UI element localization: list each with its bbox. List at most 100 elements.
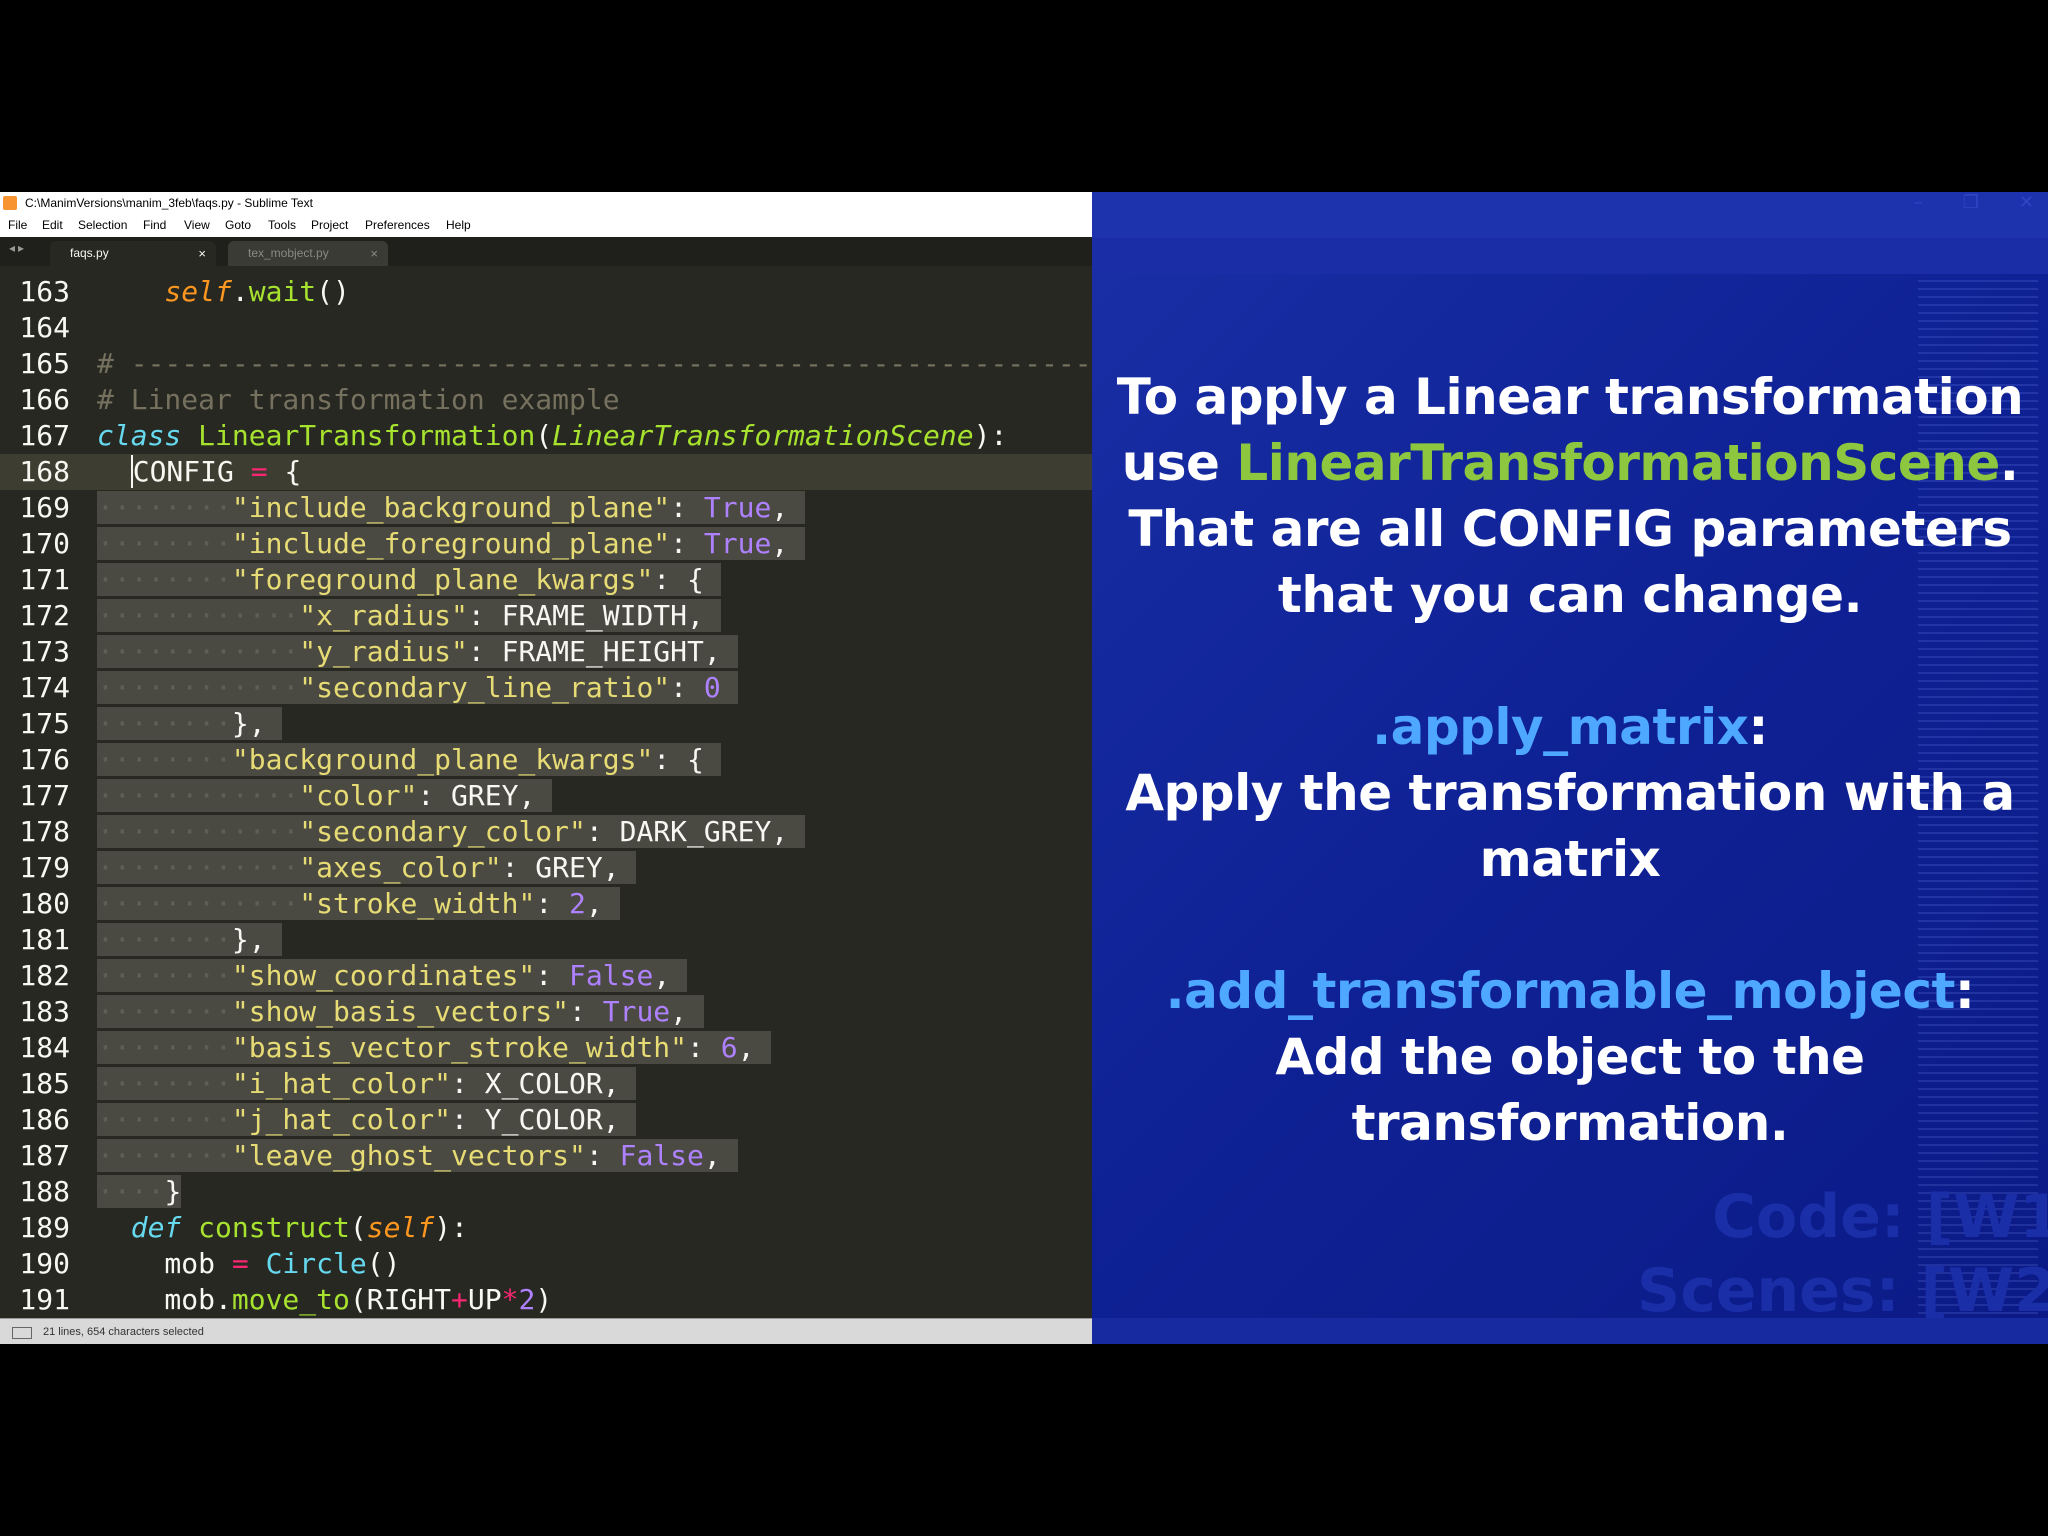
menu-file[interactable]: File [8,218,27,232]
code-editor[interactable]: 163 self.wait() 164 165 # ---------------… [0,274,1092,1318]
line-number: 173 [19,635,70,668]
line-number: 180 [19,887,70,920]
line-number: 186 [19,1103,70,1136]
code-text: ········"include_background_plane": True… [97,491,806,524]
code-text: ········}, [97,707,283,740]
overlay-title-bar: – ❐ ✕ [1092,192,2048,238]
code-text: ············"axes_color": GREY, [97,851,637,884]
line-number: 176 [19,743,70,776]
method-1-desc-line-2: matrix [1479,830,1661,888]
code-line: 185 ········"i_hat_color": X_COLOR, [0,1066,1092,1102]
window-controls: – ❐ ✕ [1874,192,2034,213]
method-1-colon: : [1748,698,1768,756]
intro-line-4: that you can change. [1277,566,1863,624]
code-text: ········"foreground_plane_kwargs": { [97,563,721,596]
tab-nav-arrows-icon[interactable]: ◂▸ [9,241,27,255]
code-line: 171 ········"foreground_plane_kwargs": { [0,562,1092,598]
code-line: 179 ············"axes_color": GREY, [0,850,1092,886]
code-text: ········"j_hat_color": Y_COLOR, [97,1103,637,1136]
tab-label: faqs.py [70,246,109,260]
intro-line-1: To apply a Linear transformation [1116,368,2024,426]
watermark-code: Code: [W1] [1712,1182,2048,1252]
code-line: 177 ············"color": GREY, [0,778,1092,814]
line-number: 191 [19,1283,70,1316]
selection-status: 21 lines, 654 characters selected [43,1326,204,1338]
panel-toggle-icon[interactable] [12,1327,32,1339]
code-text: CONFIG = { [130,455,302,488]
status-bar: 21 lines, 654 characters selected [0,1318,1092,1344]
code-text: ············"y_radius": FRAME_HEIGHT, [97,635,738,668]
menu-preferences[interactable]: Preferences [365,218,430,232]
code-line: 165 # -----------------------------------… [0,346,1092,382]
line-number: 185 [19,1067,70,1100]
code-line: 178 ············"secondary_color": DARK_G… [0,814,1092,850]
code-text: ········"show_basis_vectors": True, [97,995,704,1028]
menu-bar: File Edit Selection Find View Goto Tools… [0,215,1092,238]
line-number: 188 [19,1175,70,1208]
code-text: ········"include_foreground_plane": True… [97,527,806,560]
line-number: 175 [19,707,70,740]
tab-close-icon[interactable]: × [198,241,206,266]
method-2-desc-line-2: transformation. [1351,1094,1789,1152]
close-icon[interactable]: ✕ [2019,192,2034,213]
watermark-scenes: Scenes: [W2] [1637,1256,2048,1326]
code-line: 175 ········}, [0,706,1092,742]
method-1-heading: .apply_matrix: [1092,698,2048,756]
code-text: def construct(self): [130,1211,468,1244]
menu-project[interactable]: Project [311,218,348,232]
menu-view[interactable]: View [184,218,210,232]
intro-line-2-suffix: . [1999,434,2019,492]
overlay-tab-strip [1092,238,2048,274]
code-text: # --------------------------------------… [97,347,1092,380]
minimize-icon[interactable]: – [1914,192,1923,213]
window-title: C:\ManimVersions\manim_3feb\faqs.py - Su… [25,196,313,210]
menu-tools[interactable]: Tools [268,218,296,232]
menu-selection[interactable]: Selection [78,218,127,232]
maximize-icon[interactable]: ❐ [1963,192,1979,213]
sublime-app-icon [3,196,17,210]
method-2-name: .add_transformable_mobject [1165,962,1956,1020]
code-text: ············"x_radius": FRAME_WIDTH, [97,599,721,632]
tab-close-icon[interactable]: × [370,241,378,266]
code-text: ········"leave_ghost_vectors": False, [97,1139,738,1172]
method-2-heading: .add_transformable_mobject: [1092,962,2048,1020]
line-number: 184 [19,1031,70,1064]
line-number: 190 [19,1247,70,1280]
line-number: 164 [19,311,70,344]
intro-line-2-prefix: use [1121,434,1237,492]
code-text: ············"secondary_line_ratio": 0 [97,670,738,706]
tab-tex-mobject-py[interactable]: tex_mobject.py × [228,241,388,266]
code-line: 166 # Linear transformation example [0,382,1092,418]
title-bar: C:\ManimVersions\manim_3feb\faqs.py - Su… [0,192,1092,215]
code-text: class LinearTransformation(LinearTransfo… [97,419,1008,452]
line-number: 172 [19,599,70,632]
code-line: 183 ········"show_basis_vectors": True, [0,994,1092,1030]
menu-edit[interactable]: Edit [42,218,63,232]
tab-faqs-py[interactable]: faqs.py × [50,241,216,266]
intro-line-3: That are all CONFIG parameters [1128,500,2012,558]
line-number: 177 [19,779,70,812]
line-number: 168 [19,455,70,488]
menu-goto[interactable]: Goto [225,218,251,232]
code-line: 173 ············"y_radius": FRAME_HEIGHT, [0,634,1092,670]
menu-help[interactable]: Help [446,218,471,232]
line-number: 189 [19,1211,70,1244]
code-text: ········"basis_vector_stroke_width": 6, [97,1031,772,1064]
code-line: 189 def construct(self): [0,1210,1092,1246]
line-number: 170 [19,527,70,560]
code-text: ········"background_plane_kwargs": { [97,743,721,776]
code-line: 164 [0,310,1092,346]
line-number: 166 [19,383,70,416]
code-line: 174 ············"secondary_line_ratio": 0 [0,670,1092,706]
code-line: 180 ············"stroke_width": 2, [0,886,1092,922]
code-line-current: 168 CONFIG = { [0,454,1092,490]
code-line: 167 class LinearTransformation(LinearTran… [0,418,1092,454]
menu-find[interactable]: Find [143,218,166,232]
method-1-desc-line-1: Apply the transformation with a [1125,764,2015,822]
code-text: ········"show_coordinates": False, [97,959,688,992]
code-line: 191 mob.move_to(RIGHT+UP*2) [0,1282,1092,1318]
code-text: # Linear transformation example [97,383,620,416]
method-2-desc-line-1: Add the object to the [1275,1028,1865,1086]
overlay-status-strip [1092,1318,2048,1344]
code-line: 187 ········"leave_ghost_vectors": False, [0,1138,1092,1174]
